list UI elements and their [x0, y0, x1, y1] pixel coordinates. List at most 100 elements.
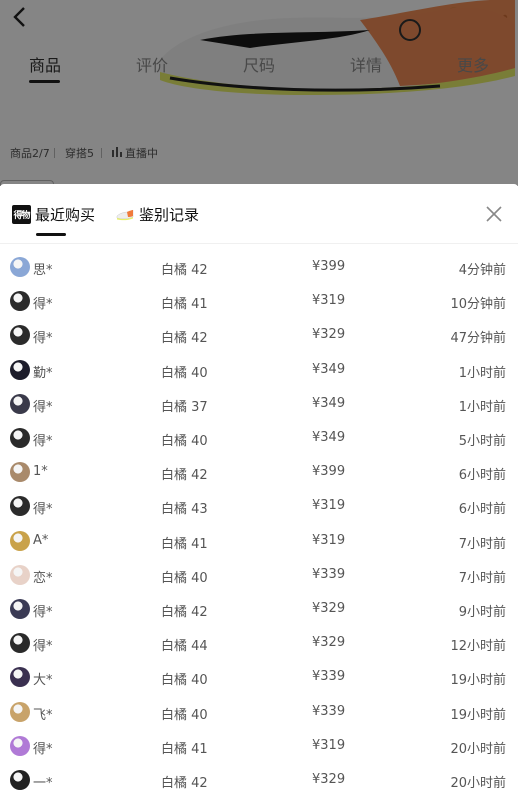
user-name: 得* [33, 297, 53, 313]
user-avatar [10, 291, 30, 312]
purchase-record-row: 恋* 白橘 40 ¥339 7小时前 [0, 558, 518, 592]
price: ¥339 [312, 703, 346, 719]
user-name: 得* [33, 331, 53, 347]
user-name: 勤* [33, 365, 53, 381]
user-name: 得* [33, 434, 53, 449]
price: ¥319 [312, 532, 346, 548]
user-avatar [10, 428, 30, 448]
purchase-record-row: 得* 白橘 43 ¥319 6小时前 [0, 489, 518, 523]
user-name: 得* [33, 502, 53, 518]
purchase-record-row: 勤* 白橘 40 ¥349 1小时前 [0, 353, 518, 387]
tab-verification-records[interactable]: 鉴别记录 [116, 202, 199, 226]
color-size: 白橘 42 [161, 468, 208, 484]
purchase-time: 19小时前 [450, 707, 506, 723]
user-avatar [10, 735, 30, 756]
purchase-time: 47分钟前 [450, 331, 506, 347]
price: ¥329 [312, 635, 346, 651]
price: ¥349 [312, 361, 346, 377]
color-size: 白橘 40 [161, 434, 208, 449]
user-avatar [10, 496, 30, 517]
color-size: 白橘 42 [161, 263, 208, 278]
color-size: 白橘 42 [161, 776, 208, 791]
purchase-time: 12小时前 [450, 639, 506, 655]
price: ¥399 [312, 259, 346, 274]
user-avatar [10, 393, 30, 414]
color-size: 白橘 40 [161, 365, 208, 381]
purchase-time: 20小时前 [450, 741, 506, 757]
user-name: 得* [33, 399, 53, 415]
color-size: 白橘 41 [161, 297, 208, 313]
purchase-record-row: 大* 白橘 40 ¥339 19小时前 [0, 660, 518, 694]
color-size: 白橘 43 [161, 502, 208, 518]
user-name: 一* [33, 776, 53, 791]
price: ¥399 [312, 464, 346, 480]
purchase-time: 4分钟前 [458, 263, 506, 278]
user-name: 得* [33, 741, 53, 757]
purchase-record-row: 得* 白橘 42 ¥329 9小时前 [0, 592, 518, 626]
price: ¥329 [312, 327, 346, 343]
purchase-record-row: 得* 白橘 42 ¥329 47分钟前 [0, 318, 518, 352]
dewu-logo-icon: 得物 [12, 204, 31, 224]
color-size: 白橘 41 [161, 741, 208, 757]
color-size: 白橘 40 [161, 707, 208, 723]
purchase-time: 9小时前 [458, 605, 506, 620]
purchase-time: 7小时前 [458, 536, 506, 552]
price: ¥319 [312, 293, 346, 309]
color-size: 白橘 41 [161, 536, 208, 552]
price: ¥329 [312, 772, 346, 787]
purchase-time: 7小时前 [458, 570, 506, 586]
user-avatar [10, 633, 30, 654]
user-avatar [10, 667, 30, 688]
price: ¥339 [312, 566, 346, 582]
purchase-time: 6小时前 [458, 468, 506, 484]
user-avatar [10, 770, 30, 790]
price: ¥319 [312, 498, 346, 514]
dim-overlay[interactable] [0, 0, 518, 186]
color-size: 白橘 37 [161, 399, 208, 415]
sheet-header: 得物 最近购买 鉴别记录 [0, 184, 518, 244]
user-name: 1* [33, 464, 48, 480]
price: ¥349 [312, 430, 346, 445]
color-size: 白橘 44 [161, 639, 208, 655]
sheet-tab-active-indicator [36, 233, 66, 236]
user-avatar [10, 701, 30, 722]
user-avatar [10, 257, 30, 277]
user-name: 得* [33, 639, 53, 655]
tab-recent-purchases-label: 最近购买 [35, 205, 96, 224]
purchase-record-row: 得* 白橘 41 ¥319 10分钟前 [0, 284, 518, 318]
price: ¥329 [312, 601, 346, 616]
user-avatar [10, 359, 30, 380]
user-name: 思* [33, 263, 53, 278]
price: ¥339 [312, 669, 346, 685]
tab-recent-purchases[interactable]: 得物 最近购买 [12, 202, 95, 226]
user-avatar [10, 325, 30, 346]
purchase-record-row: 得* 白橘 37 ¥349 1小时前 [0, 387, 518, 421]
color-size: 白橘 42 [161, 605, 208, 620]
purchase-record-row: 1* 白橘 42 ¥399 6小时前 [0, 455, 518, 489]
user-avatar [10, 564, 30, 585]
close-icon [486, 206, 502, 222]
user-name: 大* [33, 673, 53, 689]
recent-purchases-sheet: 得物 最近购买 鉴别记录 思* 白橘 42 ¥399 4分钟前得* 白橘 41 ¥319 1… [0, 184, 518, 800]
close-button[interactable] [482, 202, 506, 226]
purchase-time: 6小时前 [458, 502, 506, 518]
purchase-time: 5小时前 [458, 434, 506, 449]
user-avatar [10, 462, 30, 483]
user-name: A* [33, 532, 49, 548]
user-name: 恋* [33, 570, 53, 586]
tab-verification-records-label: 鉴别记录 [139, 205, 200, 224]
purchase-time: 10分钟前 [450, 297, 506, 313]
color-size: 白橘 40 [161, 570, 208, 586]
purchase-record-row: 得* 白橘 44 ¥329 12小时前 [0, 626, 518, 660]
purchase-time: 1小时前 [458, 399, 506, 415]
purchase-time: 19小时前 [450, 673, 506, 689]
price: ¥319 [312, 737, 346, 753]
purchase-record-row: 飞* 白橘 40 ¥339 19小时前 [0, 695, 518, 729]
shoe-thumbnail-icon [116, 209, 134, 221]
purchase-time: 20小时前 [450, 776, 506, 791]
color-size: 白橘 42 [161, 331, 208, 347]
purchase-record-row: 思* 白橘 42 ¥399 4分钟前 [0, 250, 518, 284]
user-avatar [10, 599, 30, 619]
price: ¥349 [312, 395, 346, 411]
user-name: 飞* [33, 707, 53, 723]
